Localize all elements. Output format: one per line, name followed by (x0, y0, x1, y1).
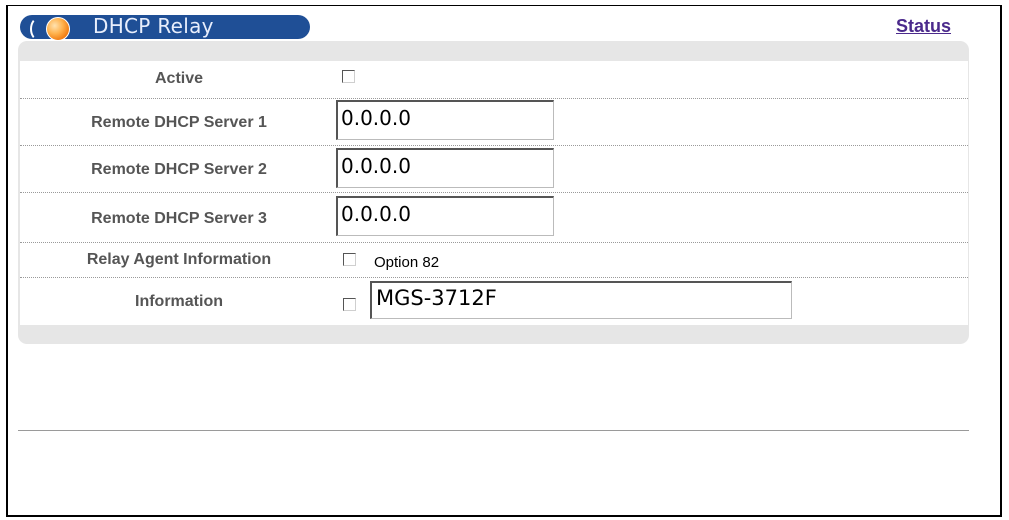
active-checkbox[interactable] (342, 70, 355, 83)
server-2-label: Remote DHCP Server 2 (91, 161, 267, 178)
information-input[interactable]: MGS-3712F (370, 281, 792, 319)
option-82-label: Option 82 (374, 254, 440, 271)
server-3-input[interactable]: 0.0.0.0 (336, 196, 554, 236)
information-checkbox[interactable] (343, 298, 356, 311)
row-relay-agent: Relay Agent Information (20, 243, 968, 278)
page-title: DHCP Relay (93, 14, 214, 38)
active-label: Active (154, 70, 204, 87)
divider (18, 430, 969, 431)
information-label: Information (135, 293, 223, 310)
server-2-input[interactable]: 0.0.0.0 (336, 148, 554, 188)
server-3-label: Remote DHCP Server 3 (91, 210, 267, 227)
row-active: Active (20, 61, 968, 99)
orange-orb-icon (46, 17, 70, 41)
server-1-input[interactable]: 0.0.0.0 (336, 100, 554, 140)
option-82-checkbox[interactable] (343, 253, 356, 266)
status-link[interactable]: Status (896, 16, 951, 37)
server-1-label: Remote DHCP Server 1 (91, 114, 267, 131)
relay-agent-label: Relay Agent Information (86, 251, 272, 268)
